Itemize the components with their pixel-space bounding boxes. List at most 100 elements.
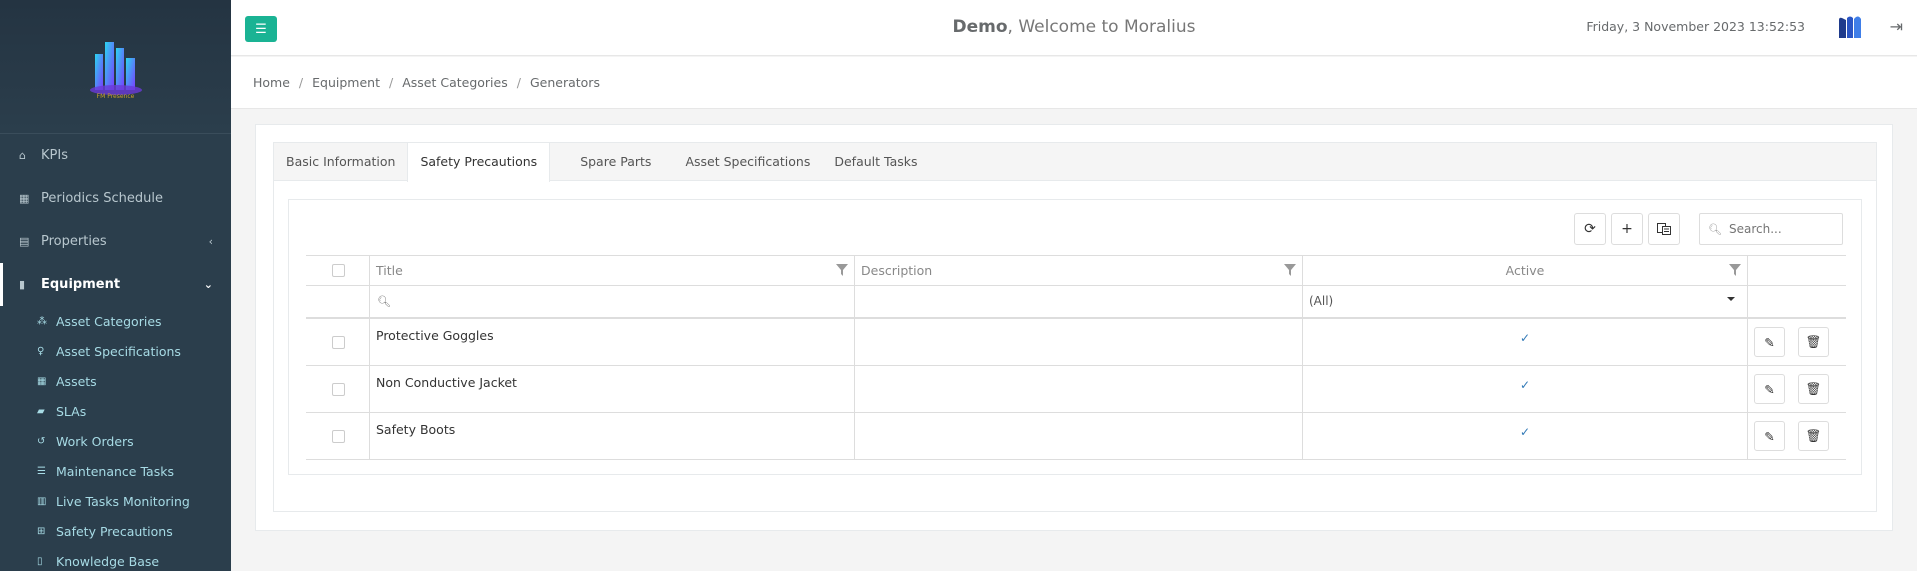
company-logo[interactable]: FM Presence — [81, 32, 151, 102]
sidebar-item-properties[interactable]: ▤ Properties ‹ — [0, 220, 231, 263]
sidebar-subitem-label: Assets — [56, 373, 97, 389]
sidebar-subitem-work-orders[interactable]: ↺ Work Orders — [0, 426, 231, 456]
sidebar-item-equipment[interactable]: ▮ Equipment ⌄ — [0, 263, 231, 306]
description-cell — [855, 413, 1303, 459]
breadcrumb-equipment[interactable]: Equipment — [312, 75, 380, 90]
refresh-icon: ⟳ — [1584, 221, 1596, 237]
edit-button[interactable]: ✎ — [1754, 327, 1785, 357]
description-filter-cell[interactable] — [855, 286, 1303, 317]
welcome-text: , Welcome to Moralius — [1007, 17, 1196, 37]
tab-safety-precautions[interactable]: Safety Precautions — [407, 143, 551, 182]
delete-button[interactable]: 🗑︎ — [1798, 421, 1829, 451]
top-header: ☰ Demo, Welcome to Moralius Friday, 3 No… — [231, 0, 1917, 56]
hamburger-icon: ☰ — [255, 21, 267, 37]
breadcrumb-separator: / — [389, 75, 394, 90]
column-active-label: Active — [1505, 263, 1545, 278]
table-row: Non Conductive Jacket ✓ ✎ 🗑︎ — [306, 366, 1846, 413]
sidebar-subitem-safety-precautions[interactable]: ⊞ Safety Precautions — [0, 516, 231, 546]
city-logo-icon — [89, 41, 142, 95]
sidebar-subitem-label: Work Orders — [56, 433, 134, 449]
row-title: Protective Goggles — [376, 328, 494, 343]
title-cell: Non Conductive Jacket — [370, 366, 855, 412]
column-description-label: Description — [861, 263, 933, 278]
medkit-icon: ⊞ — [37, 525, 46, 537]
title-cell: Protective Goggles — [370, 319, 855, 365]
title-cell: Safety Boots — [370, 413, 855, 459]
edit-button[interactable]: ✎ — [1754, 374, 1785, 404]
select-all-checkbox[interactable] — [332, 264, 345, 277]
delete-button[interactable]: 🗑︎ — [1798, 327, 1829, 357]
sidebar-subitem-label: SLAs — [56, 403, 87, 419]
column-chooser-icon — [1657, 223, 1671, 235]
breadcrumb-home[interactable]: Home — [253, 75, 290, 90]
row-checkbox[interactable] — [332, 430, 345, 443]
breadcrumb-current: Generators — [529, 75, 600, 90]
row-checkbox[interactable] — [332, 383, 345, 396]
filter-icon[interactable] — [1284, 264, 1296, 276]
active-filter-value: (All) — [1309, 294, 1334, 308]
plus-icon: + — [1621, 221, 1633, 237]
active-filter-select[interactable]: (All) — [1303, 286, 1748, 317]
active-cell: ✓ — [1303, 413, 1748, 459]
tab-default-tasks[interactable]: Default Tasks — [822, 143, 929, 181]
sidebar-subitem-knowledge-base[interactable]: ▯ Knowledge Base — [0, 546, 231, 571]
sidebar-item-label: Properties — [41, 234, 107, 249]
sidebar: FM Presence ⌂ KPIs ▦ Periodics Schedule … — [0, 0, 231, 571]
sidebar-subitem-label: Live Tasks Monitoring — [56, 493, 190, 509]
breadcrumb-separator: / — [298, 75, 304, 90]
bulb-icon: ♀ — [37, 345, 45, 357]
sidebar-item-kpis[interactable]: ⌂ KPIs — [0, 134, 231, 177]
chevron-down-icon: ⌄ — [203, 278, 213, 291]
current-datetime: Friday, 3 November 2023 13:52:53 — [1586, 19, 1805, 34]
sidebar-item-periodics-schedule[interactable]: ▦ Periodics Schedule — [0, 177, 231, 220]
search-icon: 🔍︎ — [377, 295, 391, 308]
sidebar-subitem-live-tasks-monitoring[interactable]: ▥ Live Tasks Monitoring — [0, 486, 231, 516]
sidebar-subitem-asset-specifications[interactable]: ♀ Asset Specifications — [0, 336, 231, 366]
header-title[interactable]: Title — [370, 256, 855, 285]
sidebar-subitem-maintenance-tasks[interactable]: ☰ Maintenance Tasks — [0, 456, 231, 486]
sidebar-subitem-asset-categories[interactable]: ⁂ Asset Categories — [0, 306, 231, 336]
header-active[interactable]: Active — [1303, 256, 1748, 285]
avatar[interactable] — [1831, 9, 1869, 47]
filter-icon[interactable] — [1729, 264, 1741, 276]
column-chooser-button[interactable] — [1648, 213, 1680, 245]
breadcrumb-asset-categories[interactable]: Asset Categories — [402, 75, 508, 90]
sidebar-subitem-label: Knowledge Base — [56, 553, 160, 569]
delete-button[interactable]: 🗑︎ — [1798, 374, 1829, 404]
sidebar-item-label: KPIs — [41, 148, 68, 163]
active-cell: ✓ — [1303, 366, 1748, 412]
tab-asset-specifications[interactable]: Asset Specifications — [673, 143, 822, 181]
filter-icon[interactable] — [836, 264, 848, 276]
breadcrumb: Home / Equipment / Asset Categories / Gener… — [231, 57, 1917, 109]
check-icon: ✓ — [1519, 378, 1531, 392]
row-select-cell — [306, 319, 370, 365]
safety-precautions-grid: Title Description Active 🔍︎ (All) Protec… — [306, 255, 1846, 460]
row-checkbox[interactable] — [332, 336, 345, 349]
check-icon: ✓ — [1519, 425, 1531, 439]
header-description[interactable]: Description — [855, 256, 1303, 285]
check-icon: ✓ — [1519, 331, 1531, 345]
toggle-menu-button[interactable]: ☰ — [245, 16, 277, 42]
sidebar-item-label: Periodics Schedule — [41, 191, 163, 206]
sidebar-subitem-assets[interactable]: ▦ Assets — [0, 366, 231, 396]
add-button[interactable]: + — [1611, 213, 1643, 245]
column-title-label: Title — [376, 263, 403, 278]
pencil-icon: ✎ — [1764, 381, 1775, 397]
title-filter-cell[interactable]: 🔍︎ — [370, 286, 855, 317]
logout-icon[interactable]: ⇥ — [1890, 17, 1903, 36]
search-input[interactable] — [1728, 222, 1839, 236]
tab-basic-information[interactable]: Basic Information — [274, 143, 407, 181]
safety-precautions-panel: ⟳ + 🔍︎ Search... Title Description Activ… — [288, 199, 1862, 475]
caret-down-icon — [1727, 297, 1735, 301]
refresh-button[interactable]: ⟳ — [1574, 213, 1606, 245]
edit-button[interactable]: ✎ — [1754, 421, 1785, 451]
home-icon: ⌂ — [19, 149, 26, 162]
actions-cell: ✎ 🗑︎ — [1748, 319, 1846, 365]
sidebar-subitem-slas[interactable]: ▰ SLAs — [0, 396, 231, 426]
tab-bar: Basic Information Safety Precautions Spa… — [274, 143, 1876, 182]
map-icon: ▥ — [37, 495, 47, 507]
sidebar-subitem-label: Asset Categories — [56, 313, 162, 329]
user-name: Demo — [952, 17, 1008, 37]
sidebar-item-label: Equipment — [41, 277, 121, 292]
tab-spare-parts[interactable]: Spare Parts — [568, 143, 663, 181]
